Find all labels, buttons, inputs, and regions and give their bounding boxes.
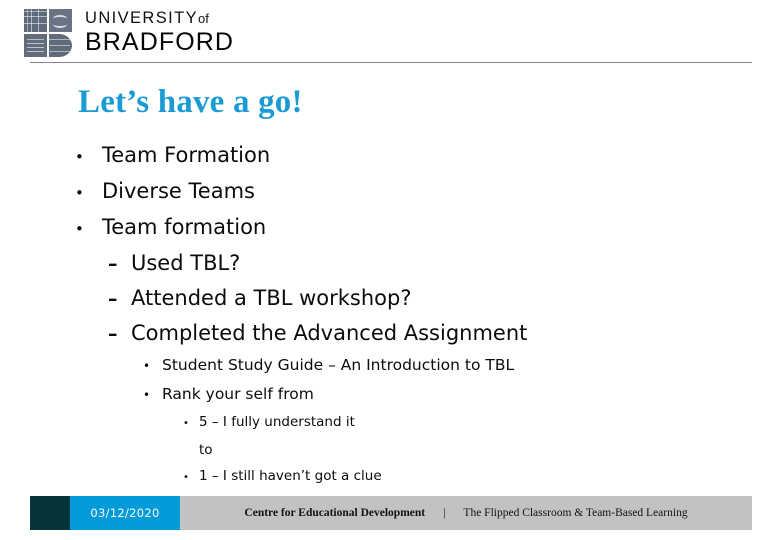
list-item-label: to — [199, 442, 213, 458]
list-bullet-marker: • — [75, 220, 84, 238]
list-item-label: Completed the Advanced Assignment — [131, 321, 528, 345]
list-item: • 1 – I still haven’t got a clue — [0, 463, 780, 491]
list-item: • Team Formation — [0, 138, 780, 174]
list-bullet-marker: • — [143, 388, 151, 402]
list-bullet-marker: • — [183, 472, 189, 483]
list-item-label: Used TBL? — [131, 251, 241, 275]
list-item: • Diverse Teams — [0, 174, 780, 210]
list-item: • Student Study Guide – An Introduction … — [0, 351, 780, 380]
wordmark-of-text: of — [198, 11, 209, 26]
crest-globe-bottomright-icon — [49, 34, 72, 57]
list-item-label: Student Study Guide – An Introduction to… — [162, 356, 515, 374]
list-item-label: 1 – I still haven’t got a clue — [199, 468, 382, 484]
wordmark-university-text: UNIVERSITY — [85, 9, 199, 27]
crest-book-bottomleft-icon — [24, 34, 47, 57]
crest-waves-topright-icon — [49, 9, 72, 32]
slide-header: UNIVERSITYof BRADFORD — [0, 0, 780, 63]
list-item: – Attended a TBL workshop? — [0, 281, 780, 316]
header-divider — [30, 62, 752, 63]
slide-body-list: • Team Formation • Diverse Teams • Team … — [0, 138, 780, 491]
university-logo: UNIVERSITYof BRADFORD — [24, 9, 234, 57]
footer-course-title: The Flipped Classroom & Team-Based Learn… — [463, 507, 688, 519]
list-dash-marker: – — [108, 288, 118, 310]
list-dash-marker: – — [108, 323, 118, 345]
list-item-label: Attended a TBL workshop? — [131, 286, 412, 310]
footer-accent-dark — [30, 496, 70, 530]
list-item: • Rank your self from — [0, 380, 780, 409]
list-item-label: Team Formation — [102, 143, 271, 167]
footer-department: Centre for Educational Development — [244, 507, 426, 519]
list-item: to — [0, 437, 780, 463]
list-item-label: 5 – I fully understand it — [199, 414, 355, 430]
footer-date: 03/12/2020 — [90, 506, 160, 520]
list-bullet-marker: • — [143, 359, 151, 373]
list-item: • Team formation — [0, 210, 780, 246]
crest-globe-topleft-icon — [24, 9, 47, 32]
list-item: – Used TBL? — [0, 246, 780, 281]
list-item: – Completed the Advanced Assignment — [0, 316, 780, 351]
list-bullet-marker: • — [75, 148, 84, 166]
footer-info-bar: Centre for Educational Development | The… — [180, 496, 752, 530]
list-item-label: Rank your self from — [162, 385, 314, 403]
slide-title: Let’s have a go! — [78, 84, 303, 120]
list-item: • 5 – I fully understand it — [0, 409, 780, 437]
slide-footer: 03/12/2020 Centre for Educational Develo… — [30, 496, 752, 530]
wordmark-bradford-text: BRADFORD — [85, 27, 235, 56]
list-dash-marker: – — [108, 253, 118, 275]
university-wordmark: UNIVERSITYof BRADFORD — [85, 9, 234, 55]
list-bullet-marker: • — [75, 184, 84, 202]
wordmark-line-university: UNIVERSITYof — [85, 10, 234, 27]
list-item-label: Team formation — [102, 215, 267, 239]
list-bullet-marker: • — [183, 418, 189, 429]
footer-separator: | — [443, 507, 446, 519]
footer-date-block: 03/12/2020 — [70, 496, 180, 530]
university-crest-icon — [24, 9, 72, 57]
list-item-label: Diverse Teams — [102, 179, 255, 203]
